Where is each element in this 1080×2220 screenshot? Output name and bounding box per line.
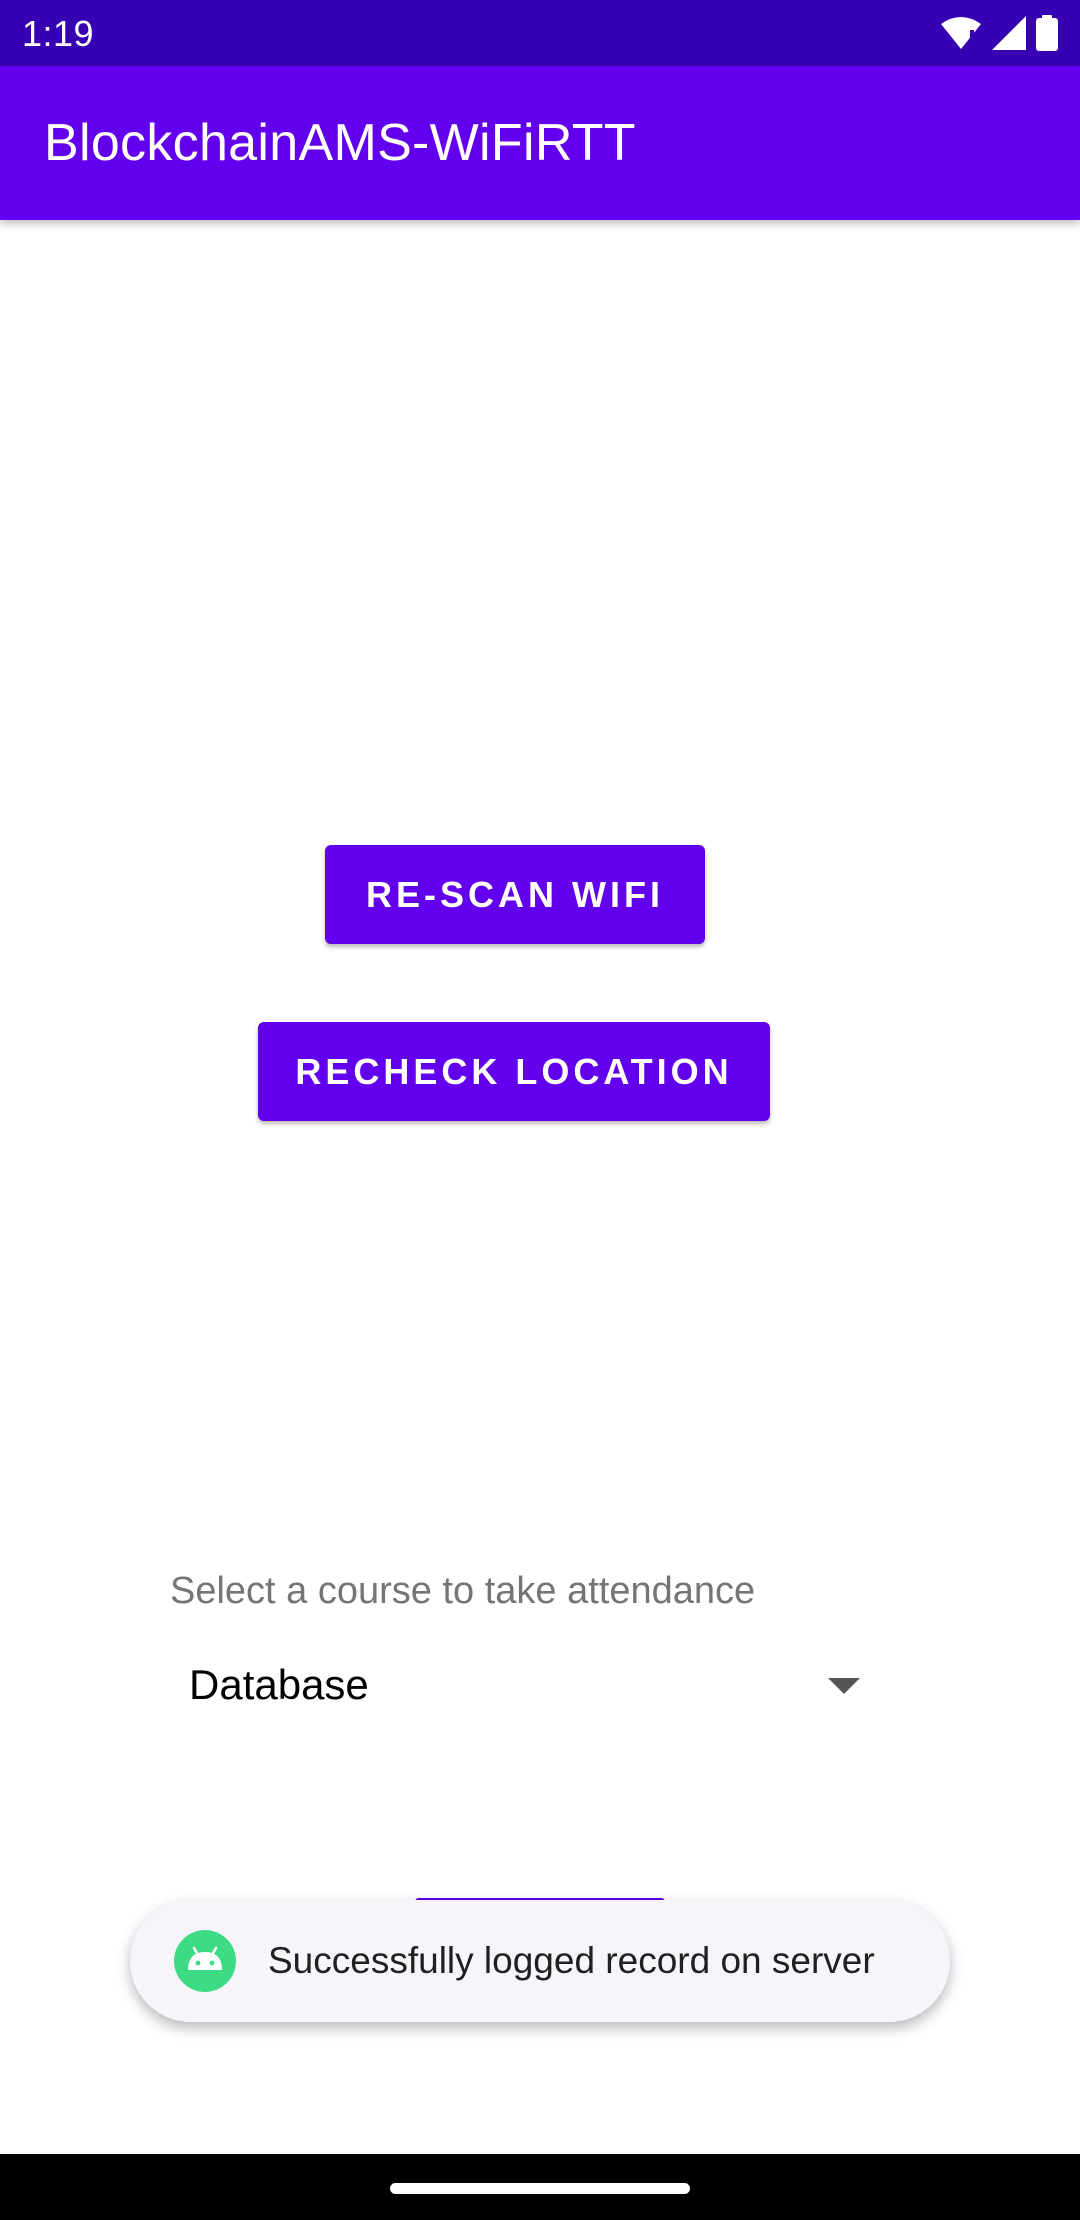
course-dropdown[interactable]: Database: [170, 1640, 870, 1730]
course-prompt-label: Select a course to take attendance: [170, 1570, 756, 1612]
battery-icon: [1036, 15, 1058, 51]
android-icon: [174, 1930, 236, 1992]
status-time: 1:19: [22, 13, 95, 54]
navigation-bar: [0, 2154, 1080, 2220]
wifi-icon: [940, 16, 982, 50]
rescan-wifi-button[interactable]: RE-SCAN WIFI: [325, 845, 705, 944]
dropdown-arrow-icon: [828, 1678, 860, 1694]
recheck-location-button[interactable]: RECHECK LOCATION: [258, 1022, 770, 1121]
status-bar: 1:19: [0, 0, 1080, 66]
course-selected-value: Database: [189, 1661, 369, 1708]
status-icons: [940, 14, 1058, 52]
toast-message: Successfully logged record on server: [130, 1900, 950, 2022]
home-gesture-handle[interactable]: [390, 2183, 690, 2194]
signal-icon: [992, 16, 1026, 50]
toast-text: Successfully logged record on server: [268, 1940, 875, 1981]
app-title: BlockchainAMS-WiFiRTT: [44, 114, 636, 172]
app-bar: BlockchainAMS-WiFiRTT: [0, 66, 1080, 220]
